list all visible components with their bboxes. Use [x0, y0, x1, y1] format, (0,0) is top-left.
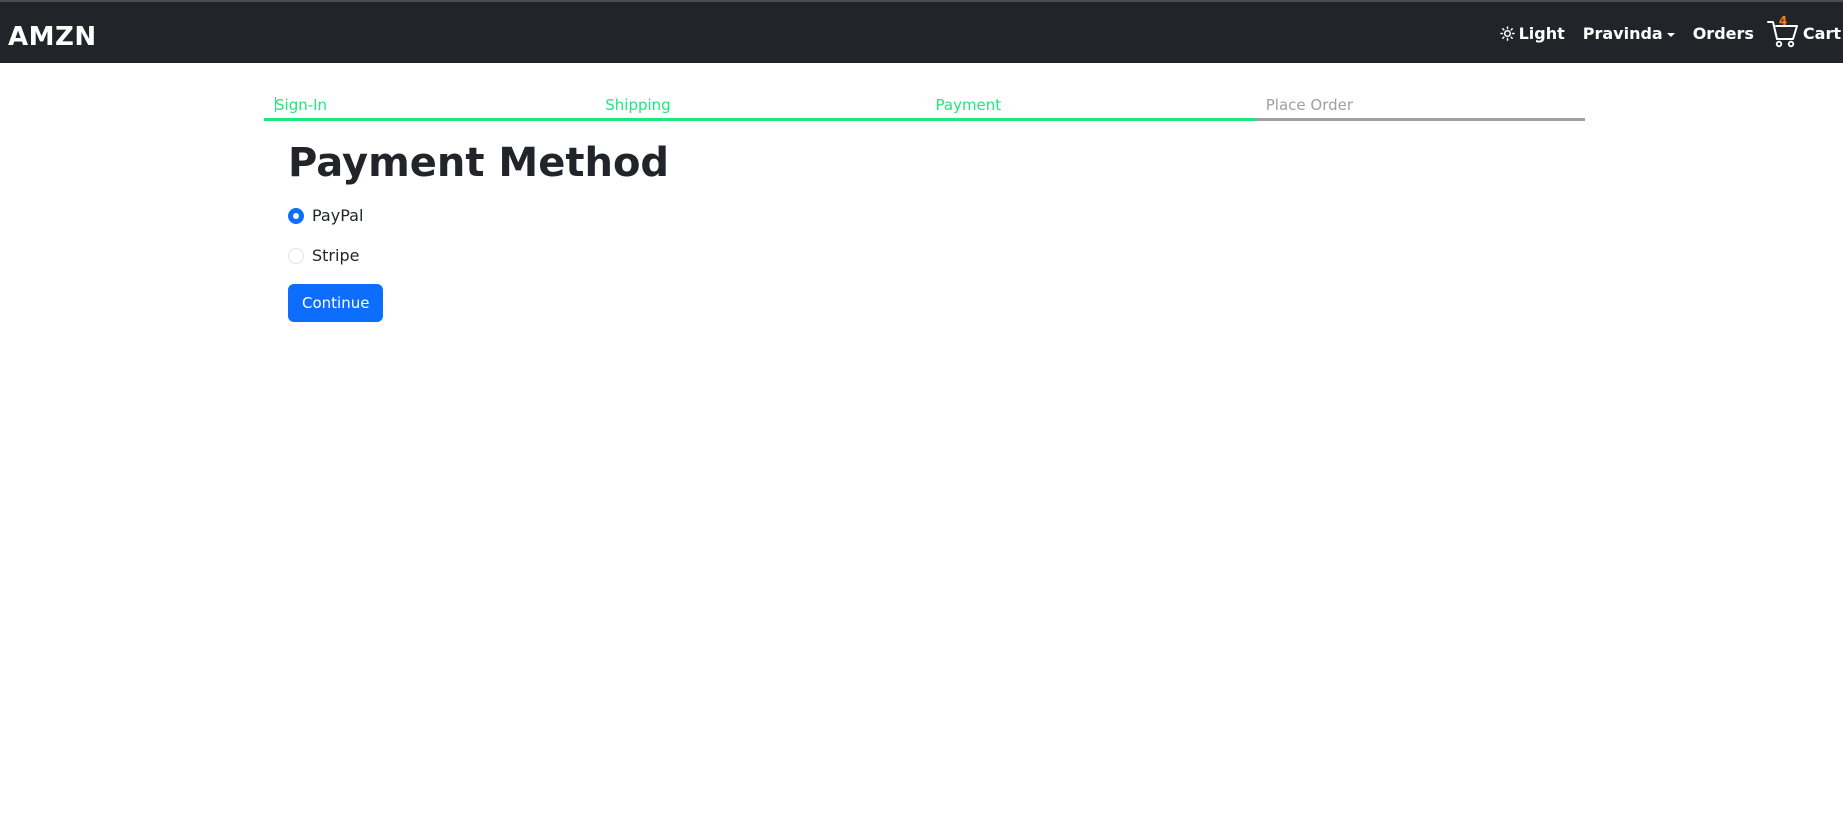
page-title: Payment Method — [288, 140, 670, 186]
step-shipping: Shipping — [594, 95, 925, 121]
step-label: Place Order — [1265, 96, 1354, 114]
payment-option-paypal[interactable]: PayPal — [288, 206, 363, 225]
stripe-radio[interactable] — [288, 247, 304, 264]
cart-label: Cart — [1802, 24, 1841, 43]
sun-icon — [1499, 26, 1515, 41]
continue-button[interactable]: Continue — [288, 284, 384, 322]
cart-icon-wrapper: 4 — [1766, 15, 1799, 49]
theme-toggle-button[interactable]: Light — [1499, 24, 1565, 43]
user-name: Pravinda — [1582, 24, 1663, 43]
brand-logo-link[interactable]: AMZN — [8, 22, 97, 52]
cart-link[interactable]: 4 Cart — [1766, 15, 1841, 49]
stripe-label: Stripe — [312, 246, 360, 265]
step-place-order: Place Order — [1254, 95, 1585, 121]
step-label: Sign-In — [275, 96, 328, 114]
chevron-down-icon — [1666, 32, 1675, 37]
checkout-steps: Sign-In Shipping Payment Place Order — [264, 95, 1585, 121]
theme-label: Light — [1518, 24, 1565, 43]
top-navbar: AMZN Light Pravinda Orders 4 Cart — [0, 0, 1843, 63]
paypal-label: PayPal — [312, 206, 364, 225]
step-payment: Payment — [924, 95, 1255, 121]
cart-count-badge: 4 — [1778, 13, 1788, 28]
navbar-right: Light Pravinda Orders 4 Cart — [1499, 2, 1843, 65]
step-label: Payment — [935, 96, 1002, 114]
orders-link[interactable]: Orders — [1693, 24, 1754, 43]
user-menu-dropdown[interactable]: Pravinda — [1583, 24, 1675, 43]
payment-option-stripe[interactable]: Stripe — [288, 246, 359, 265]
step-label: Shipping — [605, 96, 671, 114]
step-sign-in: Sign-In — [264, 95, 595, 121]
paypal-radio[interactable] — [288, 207, 304, 224]
text-cursor — [275, 97, 276, 112]
